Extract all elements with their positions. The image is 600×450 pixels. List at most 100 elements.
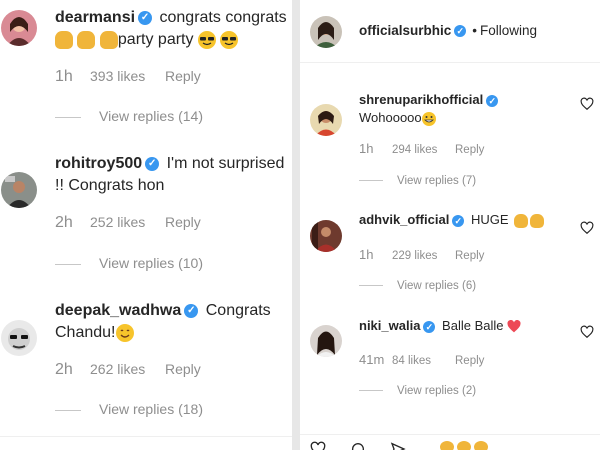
- reply-button[interactable]: Reply: [165, 214, 201, 230]
- comment-likes[interactable]: 252 likes: [90, 214, 165, 230]
- replies-line: [359, 285, 383, 287]
- left-comments-panel: dearmansi ✓ congrats congrats party party…: [0, 0, 292, 450]
- replies-line: [359, 390, 383, 392]
- sunglasses-emoji-icon: [197, 30, 216, 49]
- replies-line: [55, 409, 81, 411]
- raised-hands-emoji-icon: [99, 30, 118, 49]
- comment-username[interactable]: deepak_wadhwa: [55, 302, 181, 319]
- comment-meta: 1h 393 likes Reply: [55, 68, 201, 86]
- comment-text: adhvik_official ✓ HUGE: [359, 211, 569, 229]
- comment-username[interactable]: adhvik_official: [359, 212, 449, 227]
- heart-outline-icon[interactable]: [580, 97, 594, 111]
- reply-button[interactable]: Reply: [455, 355, 484, 367]
- following-button[interactable]: Following: [480, 23, 537, 38]
- heart-red-icon: [507, 320, 521, 333]
- view-replies-link[interactable]: View replies (2): [397, 385, 476, 397]
- comment-icon[interactable]: [350, 441, 366, 450]
- comment-body-line2: party party: [117, 31, 194, 48]
- comment-username[interactable]: shrenuparikhofficial: [359, 92, 483, 107]
- reply-button[interactable]: Reply: [165, 361, 201, 377]
- view-replies-row[interactable]: View replies (2): [359, 385, 476, 397]
- view-replies-row[interactable]: View replies (7): [359, 175, 476, 187]
- raised-hands-emoji-icon: [77, 30, 96, 49]
- comment-likes[interactable]: 229 likes: [392, 250, 455, 262]
- comment-time: 2h: [55, 214, 73, 231]
- comment-text: shrenuparikhofficial ✓ Wohooooo: [359, 91, 569, 127]
- clapping-hands-icon: [474, 441, 488, 450]
- comment-text: niki_walia ✓ Balle Balle: [359, 317, 569, 335]
- avatar[interactable]: [1, 10, 37, 46]
- comment-body-line1: Congrats: [205, 302, 271, 319]
- view-replies-row[interactable]: View replies (6): [359, 280, 476, 292]
- panel-divider: [292, 0, 300, 450]
- reply-button[interactable]: Reply: [165, 68, 201, 84]
- reply-button[interactable]: Reply: [455, 144, 484, 156]
- comment-body: Balle Balle: [442, 318, 504, 333]
- comment-time: 1h: [359, 247, 374, 262]
- post-author-username[interactable]: officialsurbhic: [359, 23, 451, 38]
- comment-meta: 1h 294 likes Reply: [359, 141, 484, 156]
- sunglasses-emoji-icon: [220, 30, 239, 49]
- comment-likes[interactable]: 262 likes: [90, 361, 165, 377]
- comment-username[interactable]: dearmansi: [55, 9, 135, 26]
- bottom-border: [0, 436, 292, 437]
- post-header-text: officialsurbhic ✓ • Following: [359, 22, 569, 40]
- comment-body-line2: Chandu!: [55, 324, 116, 341]
- comment-username[interactable]: rohitroy500: [55, 155, 142, 172]
- avatar[interactable]: [1, 320, 37, 356]
- heart-outline-icon[interactable]: [310, 441, 326, 450]
- view-replies-row[interactable]: View replies (18): [55, 401, 203, 417]
- verified-badge-icon: ✓: [423, 320, 436, 333]
- avatar[interactable]: [310, 220, 342, 252]
- avatar[interactable]: [1, 172, 37, 208]
- comment-body-line1: I'm not surprised: [166, 155, 285, 172]
- comment-username[interactable]: niki_walia: [359, 318, 420, 333]
- view-replies-link[interactable]: View replies (14): [99, 108, 203, 124]
- view-replies-link[interactable]: View replies (6): [397, 280, 476, 292]
- comment-likes[interactable]: 294 likes: [392, 144, 455, 156]
- view-replies-link[interactable]: View replies (7): [397, 175, 476, 187]
- comment-text: rohitroy500 ✓ I'm not surprised !! Congra…: [55, 153, 290, 197]
- grinning-emoji-icon: [421, 111, 436, 126]
- view-replies-row[interactable]: View replies (14): [55, 108, 203, 124]
- comment-body: HUGE: [470, 212, 509, 227]
- heart-outline-icon[interactable]: [580, 221, 594, 235]
- avatar[interactable]: [310, 16, 342, 48]
- comment-time: 1h: [359, 141, 374, 156]
- clapping-hands-icon: [457, 441, 471, 450]
- avatar[interactable]: [310, 104, 342, 136]
- clapping-hands-icon: [514, 213, 529, 228]
- verified-badge-icon: ✓: [184, 303, 199, 318]
- verified-badge-icon: ✓: [486, 94, 499, 107]
- verified-badge-icon: ✓: [138, 10, 153, 25]
- view-replies-row[interactable]: View replies (10): [55, 255, 203, 271]
- comment-text: dearmansi ✓ congrats congrats party party: [55, 7, 290, 51]
- comment-likes[interactable]: 393 likes: [90, 68, 165, 84]
- comment-body-line1: congrats congrats: [159, 9, 287, 26]
- comment-meta: 2h 262 likes Reply: [55, 361, 201, 379]
- comment-meta: 2h 252 likes Reply: [55, 214, 201, 232]
- raised-hands-emoji-icon: [55, 30, 73, 49]
- view-replies-link[interactable]: View replies (18): [99, 401, 203, 417]
- comment-body: Wohooooo: [359, 110, 422, 125]
- heart-outline-icon[interactable]: [580, 325, 594, 339]
- comment-time: 41m: [359, 352, 385, 367]
- share-icon[interactable]: [390, 441, 406, 450]
- comment-likes[interactable]: 84 likes: [392, 355, 455, 367]
- replies-line: [359, 180, 383, 182]
- smiling-emoji-icon: [115, 323, 134, 342]
- separator-dot: •: [472, 23, 477, 38]
- replies-line: [55, 116, 81, 118]
- comment-time: 1h: [55, 68, 73, 85]
- right-comments-panel: officialsurbhic ✓ • Following shrenuparikho…: [300, 0, 600, 450]
- clapping-hands-icon: [530, 213, 545, 228]
- clapping-hands-icon: [440, 441, 454, 450]
- comment-meta: 41m 84 likes Reply: [359, 352, 484, 367]
- comment-meta: 1h 229 likes Reply: [359, 247, 484, 262]
- view-replies-link[interactable]: View replies (10): [99, 255, 203, 271]
- verified-badge-icon: ✓: [145, 156, 160, 171]
- comment-text: deepak_wadhwa ✓ Congrats Chandu!: [55, 300, 290, 344]
- comment-time: 2h: [55, 361, 73, 378]
- avatar[interactable]: [310, 325, 342, 357]
- reply-button[interactable]: Reply: [455, 250, 484, 262]
